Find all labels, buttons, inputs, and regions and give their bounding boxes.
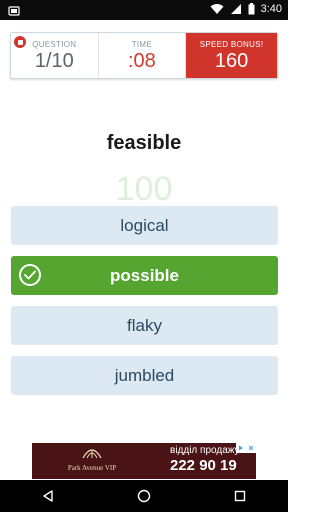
answer-label: flaky <box>127 315 162 335</box>
answer-label: jumbled <box>114 365 175 385</box>
time-cell: TIME :08 <box>97 33 186 78</box>
answer-label: possible <box>110 265 179 285</box>
answer-option[interactable]: logical <box>11 206 278 245</box>
ad-phone: 222 90 19 <box>170 457 237 474</box>
clock: 3:40 <box>260 3 282 15</box>
wifi-icon <box>210 3 224 15</box>
navigation-bar <box>0 480 288 512</box>
quiz-word: feasible <box>106 132 182 154</box>
ad-banner[interactable]: Park Avenue VIP відділ продажу 222 90 19 <box>32 443 256 479</box>
speed-bonus-cell: SPEED BONUS! 160 <box>185 33 278 78</box>
battery-icon <box>248 3 255 15</box>
answer-option[interactable]: flaky <box>11 306 278 345</box>
ad-brand: Park Avenue VIP <box>67 464 117 472</box>
speed-bonus-value: 160 <box>214 50 249 72</box>
checkmark-icon <box>19 264 41 286</box>
scorecard: QUESTION 1/10 TIME :08 SPEED BONUS! 160 <box>10 32 278 79</box>
notification-icon <box>8 4 20 16</box>
points-awarded: 100 <box>115 170 173 208</box>
answer-label: logical <box>120 215 169 235</box>
signal-icon <box>230 3 242 15</box>
time-label: TIME <box>131 40 152 49</box>
speed-bonus-label: SPEED BONUS! <box>199 40 264 49</box>
home-icon[interactable] <box>124 482 164 510</box>
answer-option-correct[interactable]: possible <box>11 256 278 295</box>
answer-option[interactable]: jumbled <box>11 356 278 395</box>
recents-icon[interactable] <box>220 482 260 510</box>
ad-logo: Park Avenue VIP <box>62 446 122 476</box>
question-counter: 1/10 <box>34 50 74 72</box>
status-bar: 3:40 <box>0 0 288 20</box>
adchoices-icon[interactable] <box>236 443 256 453</box>
back-icon[interactable] <box>28 482 68 510</box>
time-remaining: :08 <box>127 50 156 72</box>
question-cell: QUESTION 1/10 <box>11 33 98 78</box>
stop-icon[interactable] <box>14 36 26 48</box>
ad-text: відділ продажу <box>170 445 240 456</box>
